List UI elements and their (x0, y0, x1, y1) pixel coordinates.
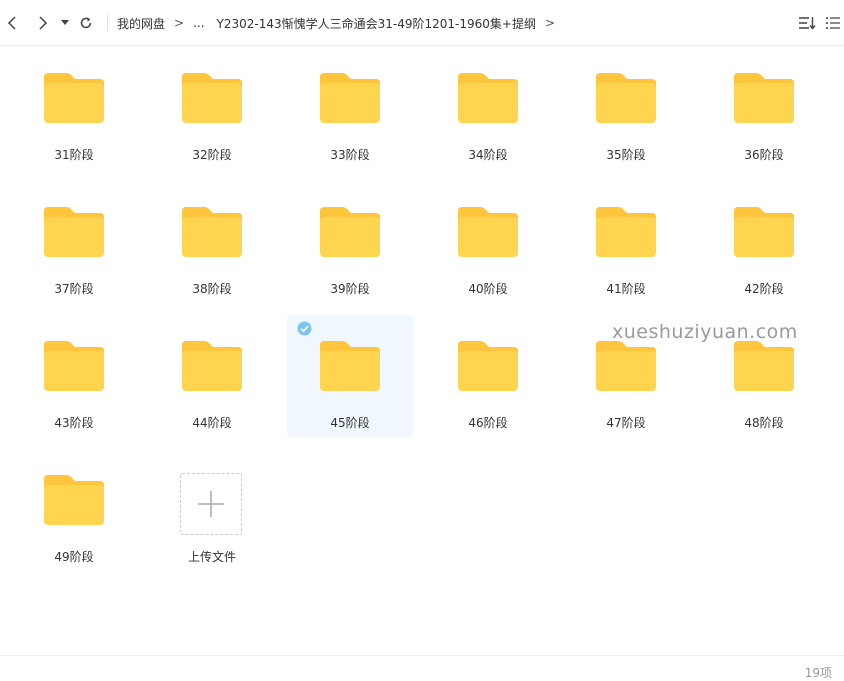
folder-label: 49阶段 (54, 550, 94, 564)
upload-file-item[interactable]: 上传文件 (149, 449, 275, 571)
folder-label: 34阶段 (468, 148, 508, 162)
folder-icon (44, 73, 104, 123)
caret-down-icon (61, 20, 69, 25)
folder-item[interactable]: 46阶段 (425, 315, 551, 437)
chevron-right-icon (39, 16, 48, 30)
folder-label: 45阶段 (330, 416, 370, 430)
folder-icon (44, 207, 104, 257)
history-dropdown-button[interactable] (56, 13, 74, 33)
folder-item[interactable]: 32阶段 (149, 47, 275, 169)
folder-label: 36阶段 (744, 148, 784, 162)
status-bar: 19项 (0, 655, 844, 680)
refresh-button[interactable] (76, 13, 96, 33)
folder-item[interactable]: 41阶段 (563, 181, 689, 303)
folder-item[interactable]: 40阶段 (425, 181, 551, 303)
folder-icon (734, 73, 794, 123)
folder-label: 48阶段 (744, 416, 784, 430)
folder-item[interactable]: 44阶段 (149, 315, 275, 437)
folder-label: 37阶段 (54, 282, 94, 296)
folder-icon (320, 207, 380, 257)
forward-button[interactable] (32, 13, 52, 33)
folder-icon (458, 73, 518, 123)
folder-item[interactable]: 34阶段 (425, 47, 551, 169)
refresh-icon (80, 17, 92, 29)
upload-label: 上传文件 (187, 550, 236, 564)
item-count: 19项 (804, 666, 832, 680)
folder-item[interactable]: 49阶段 (11, 449, 137, 571)
folder-icon (44, 341, 104, 391)
folder-label: 40阶段 (468, 282, 508, 296)
folder-label: 31阶段 (54, 148, 94, 162)
list-view-icon (826, 17, 840, 29)
list-view-button[interactable] (825, 14, 843, 32)
folder-label: 44阶段 (192, 416, 232, 430)
folder-item[interactable]: 37阶段 (11, 181, 137, 303)
folder-item[interactable]: 33阶段 (287, 47, 413, 169)
folder-icon (596, 341, 656, 391)
plus-icon (198, 491, 224, 517)
folder-icon (44, 475, 104, 525)
breadcrumb-separator: > (174, 16, 185, 30)
folder-item[interactable]: 45阶段 (287, 315, 413, 437)
folder-label: 46阶段 (468, 416, 508, 430)
folder-item[interactable]: 31阶段 (11, 47, 137, 169)
breadcrumb: 我的网盘 > ... Y2302-143惭愧学人三命通会31-49阶1201-1… (117, 14, 564, 32)
folder-label: 47阶段 (606, 416, 646, 430)
folder-icon (182, 207, 242, 257)
folder-label: 32阶段 (192, 148, 232, 162)
folder-label: 35阶段 (606, 148, 646, 162)
folder-icon (458, 207, 518, 257)
folder-label: 39阶段 (330, 282, 370, 296)
folder-label: 43阶段 (54, 416, 94, 430)
breadcrumb-root[interactable]: 我的网盘 (117, 15, 165, 32)
folder-label: 42阶段 (744, 282, 784, 296)
folder-label: 38阶段 (192, 282, 232, 296)
upload-button[interactable] (180, 473, 242, 535)
folder-item[interactable]: 43阶段 (11, 315, 137, 437)
sort-icon (799, 17, 816, 30)
folder-icon (596, 207, 656, 257)
folder-item[interactable]: 42阶段 (701, 181, 827, 303)
breadcrumb-separator: > (544, 16, 556, 30)
folder-icon (320, 73, 380, 123)
folder-icon (320, 341, 380, 391)
folder-item[interactable]: 38阶段 (149, 181, 275, 303)
folder-icon (458, 341, 518, 391)
selected-check-icon[interactable] (297, 321, 312, 336)
folder-item[interactable]: 35阶段 (563, 47, 689, 169)
folder-icon (182, 341, 242, 391)
toolbar-divider (107, 15, 108, 31)
folder-item[interactable]: 39阶段 (287, 181, 413, 303)
folder-label: 41阶段 (606, 282, 646, 296)
folder-label: 33阶段 (330, 148, 370, 162)
watermark: xueshuziyuan.com (612, 321, 798, 343)
breadcrumb-current[interactable]: Y2302-143惭愧学人三命通会31-49阶1201-1960集+提纲 (217, 15, 536, 32)
folder-icon (734, 341, 794, 391)
breadcrumb-ellipsis[interactable]: ... (193, 16, 204, 30)
folder-icon (734, 207, 794, 257)
folder-icon (596, 73, 656, 123)
sort-button[interactable] (798, 14, 816, 32)
folder-item[interactable]: 36阶段 (701, 47, 827, 169)
chevron-left-icon (7, 16, 16, 30)
back-button[interactable] (3, 13, 23, 33)
toolbar: 我的网盘 > ... Y2302-143惭愧学人三命通会31-49阶1201-1… (0, 0, 844, 46)
folder-icon (182, 73, 242, 123)
